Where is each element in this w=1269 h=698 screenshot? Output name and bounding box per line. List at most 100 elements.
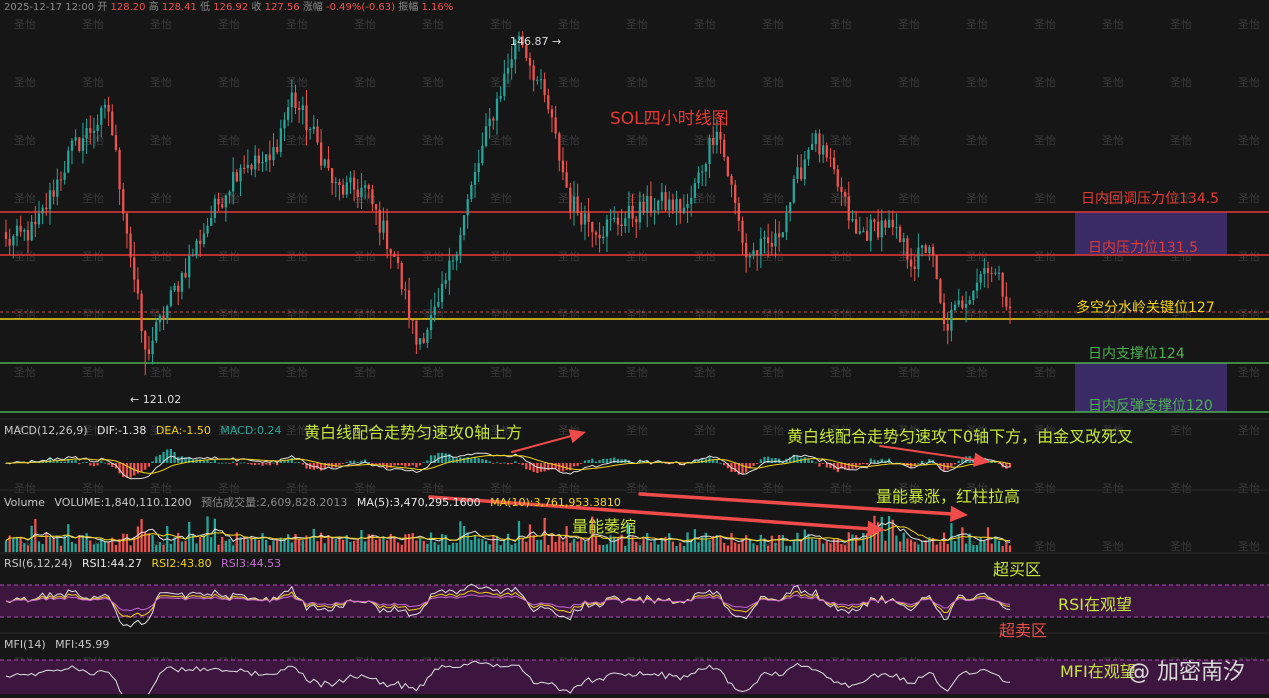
candle-body bbox=[975, 282, 979, 291]
candle-body bbox=[767, 237, 770, 244]
volume-bar bbox=[697, 542, 700, 552]
candle-body bbox=[803, 159, 806, 180]
candle-body bbox=[862, 231, 865, 233]
volume-bar bbox=[704, 532, 708, 552]
macd-histogram-bar bbox=[719, 462, 722, 464]
candle-body bbox=[682, 207, 686, 213]
watermark-text: 圣怡 bbox=[558, 365, 580, 379]
volume-note-surge: 量能暴涨，红柱拉高 bbox=[876, 487, 1021, 506]
watermark-text: 圣怡 bbox=[14, 17, 36, 31]
candle-body bbox=[503, 73, 506, 96]
candle-body bbox=[385, 220, 389, 250]
candle-body bbox=[243, 167, 246, 169]
candle-body bbox=[151, 340, 154, 354]
candle-body bbox=[287, 107, 290, 120]
volume-bar bbox=[825, 541, 828, 552]
macd-histogram-bar bbox=[217, 462, 220, 464]
candle-body bbox=[125, 213, 129, 234]
macd-dif: DIF:-1.38 bbox=[97, 424, 147, 437]
macd-histogram-bar bbox=[254, 463, 257, 466]
candle-body bbox=[173, 285, 176, 291]
chart-stage: 圣怡 圣怡 圣怡 圣怡 圣怡 圣怡 圣怡 圣怡 圣怡 圣怡 圣怡 圣怡 圣怡 圣怡 圣怡 圣怡 圣怡 圣怡 圣怡 圣怡… bbox=[0, 0, 1269, 698]
watermark-text: 圣怡 bbox=[626, 365, 648, 379]
candle-body bbox=[484, 126, 488, 146]
macd-histogram-bar bbox=[155, 456, 158, 463]
watermark-text: 圣怡 bbox=[694, 249, 716, 263]
candle-body bbox=[136, 279, 140, 294]
volume-bar bbox=[41, 543, 44, 552]
candle-body bbox=[433, 306, 436, 316]
macd-hist: MACD:0.24 bbox=[220, 424, 282, 437]
candle-body bbox=[671, 199, 675, 211]
volume-bar bbox=[506, 533, 510, 552]
watermark-text: 圣怡 bbox=[762, 423, 784, 437]
volume-bar bbox=[902, 532, 905, 552]
candle-body bbox=[547, 95, 550, 110]
candle-body bbox=[15, 225, 19, 237]
candle-body bbox=[254, 155, 257, 170]
candle-body bbox=[378, 209, 381, 233]
watermark-text: 圣怡 bbox=[150, 191, 172, 205]
volume-bar bbox=[378, 538, 381, 552]
candle-body bbox=[466, 199, 469, 216]
candle-body bbox=[873, 219, 876, 222]
volume-note-shrink: 量能萎缩 bbox=[572, 517, 637, 536]
candle-body bbox=[668, 199, 671, 211]
volume-bar bbox=[393, 537, 396, 552]
volume-bar bbox=[74, 543, 77, 552]
candle-body bbox=[210, 217, 213, 226]
candle-body bbox=[316, 126, 319, 143]
macd-histogram-bar bbox=[129, 463, 132, 478]
candle-body bbox=[638, 201, 642, 223]
candle-body bbox=[558, 133, 561, 161]
volume-bar bbox=[964, 543, 968, 552]
macd-histogram-bar bbox=[246, 463, 249, 464]
macd-histogram-bar bbox=[144, 463, 147, 470]
candle-body bbox=[865, 231, 869, 241]
watermark-text: 圣怡 bbox=[354, 17, 376, 31]
volume-bar bbox=[316, 541, 319, 552]
candle-body bbox=[821, 145, 825, 155]
candle-body bbox=[239, 167, 242, 182]
volume-bar bbox=[737, 543, 740, 552]
volume-bar bbox=[792, 541, 795, 552]
volume-bar bbox=[70, 541, 74, 552]
macd-histogram-bar bbox=[404, 463, 407, 467]
candle-body bbox=[415, 320, 418, 345]
macd-histogram-bar bbox=[199, 459, 202, 463]
candle-body bbox=[352, 177, 356, 190]
volume-bar bbox=[638, 545, 642, 552]
macd-histogram-bar bbox=[715, 460, 718, 463]
rsi-1: RSI1:44.27 bbox=[81, 557, 143, 570]
watermark-text: 圣怡 bbox=[966, 75, 988, 89]
volume-value: VOLUME:1,840,110.1200 bbox=[54, 496, 192, 509]
candle-body bbox=[928, 246, 931, 254]
macd-histogram-bar bbox=[756, 463, 759, 464]
watermark-text: 圣怡 bbox=[490, 133, 512, 147]
macd-histogram-bar bbox=[470, 458, 473, 463]
macd-histogram-bar bbox=[103, 462, 107, 464]
macd-histogram-bar bbox=[865, 463, 869, 465]
volume-bar bbox=[151, 535, 154, 552]
volume-bar bbox=[290, 542, 293, 552]
candle-body bbox=[422, 338, 425, 343]
candle-body bbox=[426, 329, 429, 343]
watermark-text: 圣怡 bbox=[898, 17, 920, 31]
macd-histogram-bar bbox=[484, 459, 488, 463]
volume-bar bbox=[462, 525, 466, 552]
candle-body bbox=[594, 232, 598, 235]
rsi-3: RSI3:44.53 bbox=[221, 557, 282, 570]
macd-histogram-bar bbox=[858, 463, 861, 465]
macd-histogram-bar bbox=[547, 463, 550, 471]
watermark-text: 圣怡 bbox=[1170, 75, 1192, 89]
volume-bar bbox=[481, 538, 484, 552]
amp-label: 振幅 bbox=[398, 2, 419, 13]
candle-body bbox=[81, 138, 85, 151]
volume-bar bbox=[598, 544, 601, 552]
watermark-text: 圣怡 bbox=[82, 365, 104, 379]
volume-bar bbox=[605, 544, 609, 552]
watermark-text: 圣怡 bbox=[1238, 249, 1260, 263]
rsi-2: RSI2:43.80 bbox=[151, 557, 212, 570]
candle-body bbox=[613, 217, 616, 220]
candle-body bbox=[492, 118, 495, 121]
